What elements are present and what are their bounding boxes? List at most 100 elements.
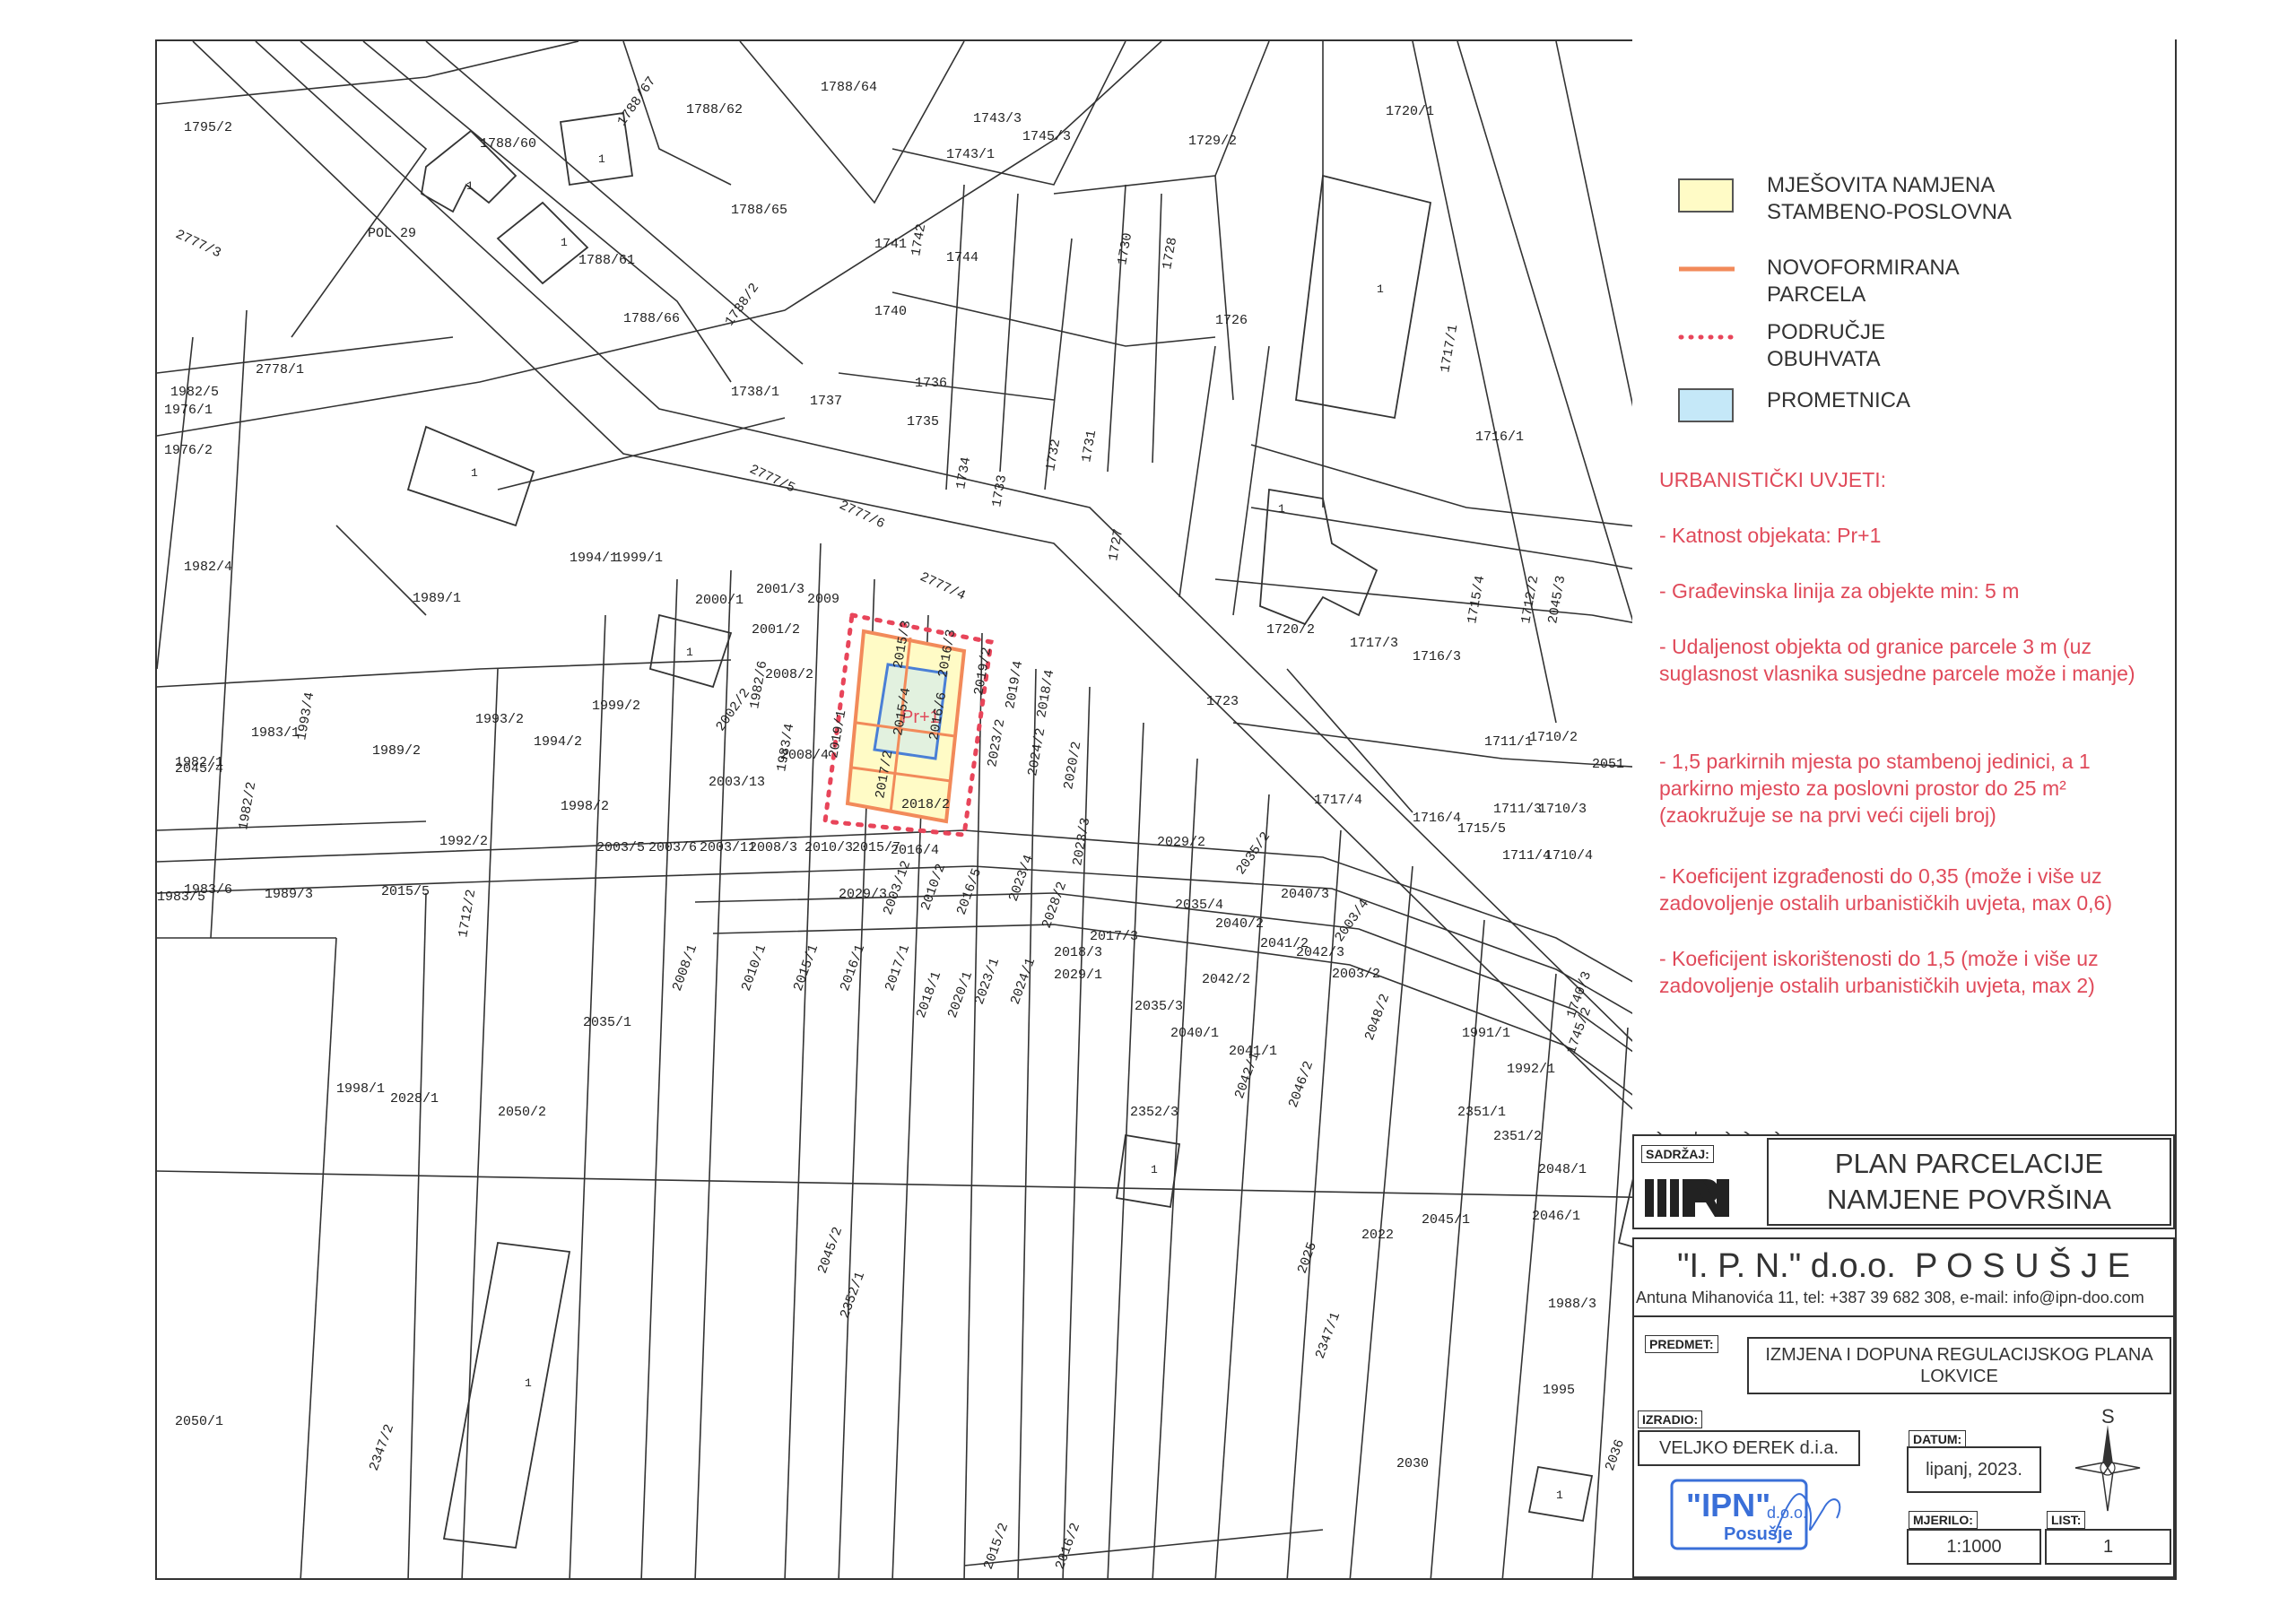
parcel-label: 1717/4 xyxy=(1314,793,1362,808)
legend-panel: MJEŠOVITA NAMJENA STAMBENO-POSLOVNA NOVO… xyxy=(1632,39,2175,1132)
parcel-label: 1711/1 xyxy=(1484,734,1533,750)
condition-usage-coefficient: - Koeficijent iskorištenosti do 1,5 (mož… xyxy=(1659,947,2099,997)
parcel-label: 2018/4 xyxy=(1034,669,1057,719)
parcel-label: 1740 xyxy=(874,304,907,319)
parcel-label: 1716/3 xyxy=(1413,649,1461,664)
stamp-city-text: Posušje xyxy=(1724,1524,1793,1544)
parcel-label: 2045/1 xyxy=(1422,1212,1470,1228)
building-mark: 1 xyxy=(471,466,478,480)
parcel-label: 1994/1 xyxy=(570,551,618,566)
parcel-label: 1715/5 xyxy=(1457,821,1506,837)
datum-label: DATUM: xyxy=(1909,1430,1967,1448)
parcel-label: 1712/2 xyxy=(456,889,479,939)
parcel-label: 2035/3 xyxy=(1135,999,1183,1014)
parcel-label: 1998/2 xyxy=(561,799,609,814)
parcel-label: 1720/2 xyxy=(1266,622,1315,638)
parcel-label: 2002/2 xyxy=(713,686,753,734)
parcel-label: 2023/3 xyxy=(1070,817,1093,867)
parcel-label: 1983/5 xyxy=(157,890,205,905)
scale-value: 1:1000 xyxy=(1907,1529,2041,1565)
parcel-label: 2036 xyxy=(1603,1437,1628,1473)
legend-label-mixed-use: MJEŠOVITA NAMJENA STAMBENO-POSLOVNA xyxy=(1767,173,2012,224)
parcel-label: 1715/4 xyxy=(1465,575,1488,625)
parcel-label: 1745/3 xyxy=(1022,129,1071,144)
divider xyxy=(1632,1315,2175,1317)
parcel-label: 1982/6 xyxy=(747,660,770,710)
subject-box: IZMJENA I DOPUNA REGULACIJSKOG PLANA LOK… xyxy=(1747,1337,2171,1394)
parcel-label: 2016/2 xyxy=(1053,1521,1083,1572)
parcel-label: 2045/3 xyxy=(1545,575,1569,625)
parcel-label: 1720/1 xyxy=(1386,104,1434,119)
parcel-label: 1741 xyxy=(874,237,907,252)
parcel-label: 1989/1 xyxy=(413,591,461,606)
parcel-label: 1788/61 xyxy=(578,253,635,268)
parcel-label: 2018/3 xyxy=(1054,945,1102,960)
parcel-label: 1993/2 xyxy=(475,712,524,727)
parcel-label: 2003/13 xyxy=(709,775,765,790)
parcel-label: 2008/3 xyxy=(749,840,797,855)
stamp-big-text: "IPN" xyxy=(1686,1487,1770,1523)
parcel-label: 2048/1 xyxy=(1538,1162,1587,1177)
parcel-label: 2017/1 xyxy=(883,942,913,994)
road-swatch xyxy=(1678,388,1734,422)
parcel-label: 1999/2 xyxy=(592,699,640,714)
parcel-label: 2023/1 xyxy=(972,956,1003,1007)
parcel-label: 2017/3 xyxy=(1090,929,1138,944)
parcel-label: 2015/2 xyxy=(981,1521,1012,1572)
parcel-label: 2010/3 xyxy=(804,840,853,855)
mjerilo-label: MJERILO: xyxy=(1909,1511,1978,1529)
parcel-label: 1788/62 xyxy=(686,102,743,117)
legend-label-road: PROMETNICA xyxy=(1767,388,1911,412)
parcel-label: 2352/1 xyxy=(838,1270,868,1321)
parcel-label: 2046/1 xyxy=(1532,1209,1580,1224)
parcel-label: 2051 xyxy=(1592,757,1624,772)
title-block: SADRŽAJ: PLAN PARCELACIJE NAMJENE POVRŠI… xyxy=(1632,1134,2175,1578)
parcel-label: 2015/1 xyxy=(791,942,822,994)
plan-title-line2: NAMJENE POVRŠINA xyxy=(1827,1184,2111,1215)
parcel-label: 2001/2 xyxy=(752,622,800,638)
parcel-label: 1988/3 xyxy=(1548,1297,1596,1312)
parcel-label: 1982/5 xyxy=(170,385,219,400)
parcel-label: 2050/1 xyxy=(175,1414,223,1429)
parcel-label: 2001/3 xyxy=(756,582,804,597)
parcel-label: 2035/4 xyxy=(1175,898,1223,913)
parcel-label: 1737 xyxy=(810,394,842,409)
company-name: "I. P. N." d.o.o. P O S U Š J E xyxy=(1676,1246,2130,1285)
parcel-label: 2048/2 xyxy=(1362,992,1393,1043)
parcel-label: 1976/2 xyxy=(164,443,213,458)
parcel-label: 1738/2 xyxy=(722,281,762,329)
parcel-label: 1729/2 xyxy=(1188,134,1237,149)
subject-line2: LOKVICE xyxy=(1920,1367,1998,1386)
parcel-label: 1736 xyxy=(915,376,947,391)
building-mark: 1 xyxy=(1377,282,1384,296)
parcel-label: 1711/3 xyxy=(1493,802,1542,817)
parcel-label: 1728 xyxy=(1160,236,1180,270)
parcel-label: 1716/1 xyxy=(1475,430,1524,445)
parcel-label: 2347/1 xyxy=(1313,1310,1344,1361)
company-address: Antuna Mihanovića 11, tel: +387 39 682 3… xyxy=(1636,1289,2144,1306)
condition-distance: - Udaljenost objekta od granice parcele … xyxy=(1659,635,2135,685)
parcel-label: 2045/2 xyxy=(815,1225,846,1276)
parcel-label: 1976/1 xyxy=(164,403,213,418)
building-mark: 1 xyxy=(686,646,693,659)
parcel-label: 2030 xyxy=(1396,1456,1429,1471)
legend-label-coverage-area: PODRUČJE OBUHVATA xyxy=(1767,320,1886,371)
plan-title: PLAN PARCELACIJE NAMJENE POVRŠINA xyxy=(1767,1138,2171,1226)
parcel-label: 1717/1 xyxy=(1438,324,1461,374)
parcel-label: 2000/1 xyxy=(695,593,744,608)
parcel-label: 1993/4 xyxy=(294,691,317,742)
parcel-label: 2040/2 xyxy=(1215,916,1264,932)
sadrzaj-label: SADRŽAJ: xyxy=(1641,1145,1714,1163)
condition-floors: - Katnost objekata: Pr+1 xyxy=(1659,524,1882,547)
parcel-label: 1788/65 xyxy=(731,203,787,218)
parcel-label: 2016/5 xyxy=(954,866,985,917)
condition-building-line: - Građevinska linija za objekte min: 5 m xyxy=(1659,579,2020,603)
parcel-label: 1710/2 xyxy=(1529,730,1578,745)
parcel-label: 2015/5 xyxy=(381,884,430,899)
parcel-label: 2777/3 xyxy=(173,227,223,261)
parcel-label: 2025 xyxy=(1295,1240,1320,1276)
parcel-label: 1991/1 xyxy=(1462,1026,1510,1041)
parcel-label: 1735 xyxy=(907,414,939,430)
parcel-label: 1710/4 xyxy=(1544,848,1593,864)
parcel-label: 1983/1 xyxy=(251,725,300,741)
